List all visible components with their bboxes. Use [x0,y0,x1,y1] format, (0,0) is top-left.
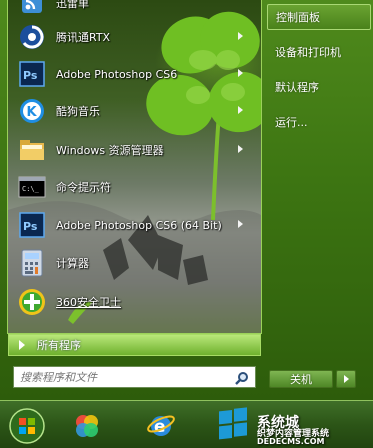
search-box[interactable] [13,366,256,388]
start-menu-right-pane: 控制面板 设备和打印机 默认程序 运行... [262,0,373,333]
all-programs-button[interactable]: 所有程序 [8,334,261,356]
watermark-url: DEDECMS.COM [257,437,325,446]
program-item-explorer[interactable]: Windows 资源管理器 [8,133,253,167]
program-label: 命令提示符 [56,181,111,194]
submenu-arrow-icon[interactable] [238,32,243,40]
program-item-rtx[interactable]: 腾讯通RTX [8,20,253,54]
link-control-panel[interactable]: 控制面板 [267,4,371,30]
program-label: 360安全卫士 [56,296,121,309]
program-item-photoshop[interactable]: Ps Adobe Photoshop CS6 [8,57,253,91]
svg-text:C:\_: C:\_ [22,185,40,193]
svg-text:Ps: Ps [23,220,38,233]
link-label: 控制面板 [276,11,320,24]
program-item-calculator[interactable]: 计算器 [8,246,253,280]
link-label: 运行... [275,116,308,129]
program-item-cmd[interactable]: C:\_ 命令提示符 [8,170,253,204]
folder-icon [18,136,46,164]
search-icon[interactable] [235,370,249,389]
program-item-0[interactable]: 迅雷单 [8,0,253,20]
shutdown-options-button[interactable] [336,370,356,388]
windows-logo-icon [219,407,247,440]
program-label: Adobe Photoshop CS6 (64 Bit) [56,218,222,232]
rtx-icon [18,23,46,51]
shutdown-label: 关机 [290,373,312,386]
photoshop-icon: Ps [18,60,46,88]
program-label: 腾讯通RTX [56,31,111,44]
submenu-arrow-icon[interactable] [238,106,243,114]
chevron-right-icon [344,375,349,383]
expand-arrow-icon [19,340,25,350]
link-devices-printers[interactable]: 设备和打印机 [267,39,371,65]
program-item-kugou[interactable]: K 酷狗音乐 [8,94,253,128]
start-menu-left-pane: 迅雷单 腾讯通RTX Ps Adobe Photoshop CS6 K 酷狗音乐… [7,0,262,334]
kugou-music-icon: K [18,97,46,125]
program-label: 计算器 [56,257,89,270]
photoshop-icon: Ps [18,211,46,239]
cmd-icon: C:\_ [18,173,46,201]
program-label: 酷狗音乐 [56,105,100,118]
link-label: 默认程序 [275,81,319,94]
taskbar: e 系统城 织梦内容管理系统 DEDECMS.COM [0,400,373,448]
link-run[interactable]: 运行... [267,109,371,135]
shutdown-button[interactable]: 关机 [269,370,333,388]
start-menu: 迅雷单 腾讯通RTX Ps Adobe Photoshop CS6 K 酷狗音乐… [0,0,373,400]
svg-text:K: K [27,105,38,120]
start-orb-icon[interactable] [8,407,46,445]
360-safe-icon [18,288,46,316]
all-programs-label: 所有程序 [37,339,81,352]
program-label: Windows 资源管理器 [56,144,164,157]
calculator-icon [18,249,46,277]
link-label: 设备和打印机 [275,46,341,59]
link-default-programs[interactable]: 默认程序 [267,74,371,100]
program-label: Adobe Photoshop CS6 [56,67,178,81]
program-item-photoshop64[interactable]: Ps Adobe Photoshop CS6 (64 Bit) [8,208,253,242]
program-label: 迅雷单 [56,0,89,10]
colorful-app-icon[interactable] [68,407,106,445]
rss-feed-icon [18,0,46,17]
svg-text:Ps: Ps [23,69,38,82]
submenu-arrow-icon[interactable] [238,69,243,77]
program-item-360[interactable]: 360安全卫士 [8,285,253,319]
submenu-arrow-icon[interactable] [238,220,243,228]
watermark: 系统城 织梦内容管理系统 DEDECMS.COM [211,406,371,446]
internet-explorer-icon[interactable]: e [142,407,180,445]
submenu-arrow-icon[interactable] [238,145,243,153]
search-input[interactable] [14,367,230,387]
